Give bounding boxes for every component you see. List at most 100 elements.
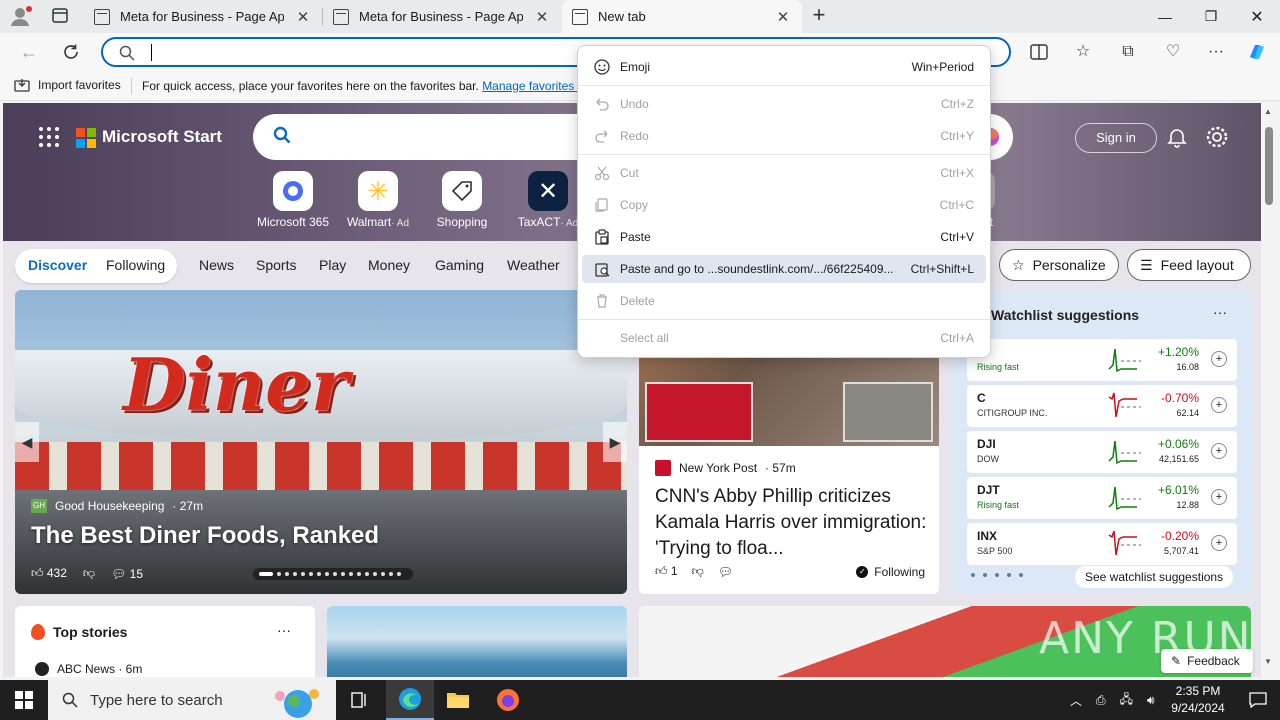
taskbar-search-box[interactable]: Type here to search [48, 680, 336, 720]
watchlist-row[interactable]: DJI DOW +0.06% 42,151.65 + [967, 431, 1237, 473]
menu-item-paste[interactable]: Paste Ctrl+V [582, 223, 986, 251]
tab-gaming[interactable]: Gaming [435, 257, 484, 273]
notifications-icon[interactable] [1236, 680, 1280, 720]
settings-gear-icon[interactable] [1205, 125, 1229, 149]
firefox-icon[interactable] [484, 680, 532, 720]
collections-icon[interactable]: ⧉ [1115, 40, 1141, 64]
profile-icon[interactable] [8, 5, 34, 27]
quick-link-microsoft-365[interactable]: Microsoft 365 [250, 171, 336, 229]
favorites-star-icon[interactable]: ☆ [1070, 40, 1096, 64]
carousel-indicator[interactable] [253, 568, 413, 580]
scroll-thumb[interactable] [1265, 127, 1273, 205]
menu-item-copy[interactable]: Copy Ctrl+C [582, 191, 986, 219]
tab-actions-icon[interactable] [48, 6, 72, 26]
story-source[interactable]: ABC News · 6m [35, 662, 142, 676]
menu-item-emoji[interactable]: Emoji Win+Period [582, 53, 986, 81]
add-to-watchlist-icon[interactable]: + [1211, 351, 1227, 367]
tab-meta-2[interactable]: Meta for Business - Page Appeal ✕ [323, 0, 561, 33]
address-input[interactable] [149, 43, 649, 61]
split-screen-icon[interactable] [1026, 40, 1052, 64]
refresh-button[interactable] [58, 40, 84, 64]
dislike-icon[interactable]: 👎︎ [83, 566, 95, 581]
scroll-down-arrow[interactable]: ▼ [1264, 657, 1272, 666]
main-story-card[interactable]: Diner ◀ ▶ GH Good Housekeeping · 27m The… [15, 290, 627, 594]
page-scrollbar[interactable]: ▲ ▼ [1261, 103, 1277, 677]
add-to-watchlist-icon[interactable]: + [1211, 443, 1227, 459]
file-explorer-icon[interactable] [434, 680, 482, 720]
story-source[interactable]: New York Post · 57m [655, 460, 796, 476]
close-icon[interactable]: ✕ [533, 8, 551, 26]
tab-following[interactable]: Following [106, 257, 165, 273]
comment-button[interactable]: 💬︎ 15 [111, 567, 143, 581]
see-watchlist-button[interactable]: See watchlist suggestions [1075, 566, 1234, 588]
scroll-up-arrow[interactable]: ▲ [1264, 107, 1272, 116]
brand-title[interactable]: Microsoft Start [102, 127, 222, 147]
tab-news[interactable]: News [199, 257, 234, 273]
close-window-button[interactable]: ✕ [1234, 0, 1280, 33]
following-toggle[interactable]: ✓ Following [856, 565, 925, 579]
notifications-bell-icon[interactable] [1165, 125, 1189, 149]
browser-essentials-icon[interactable]: ♡ [1160, 40, 1186, 64]
carousel-prev-button[interactable]: ◀ [15, 422, 39, 462]
menu-item-paste-and-go[interactable]: Paste and go to ...soundestlink.com/.../… [582, 255, 986, 283]
comment-icon[interactable]: 💬︎ [718, 565, 733, 579]
watchlist-row[interactable]: DJT Rising fast +6.01% 12.88 + [967, 477, 1237, 519]
import-favorites-button[interactable]: Import favorites [14, 78, 121, 92]
task-view-icon[interactable] [336, 680, 384, 720]
menu-item-delete[interactable]: Delete [582, 287, 986, 315]
personalize-button[interactable]: ☆ Personalize [999, 249, 1119, 281]
feedback-button[interactable]: ✎ Feedback [1161, 649, 1253, 673]
tab-meta-1[interactable]: Meta for Business - Page Appeal ✕ [84, 0, 322, 33]
top-stories-title[interactable]: Top stories [53, 624, 127, 640]
edge-taskbar-icon[interactable] [386, 680, 434, 720]
menu-item-select-all[interactable]: Select all Ctrl+A [582, 324, 986, 352]
menu-item-redo[interactable]: Redo Ctrl+Y [582, 122, 986, 150]
carousel-next-button[interactable]: ▶ [603, 422, 627, 462]
restore-button[interactable]: ❐ [1188, 0, 1234, 33]
close-icon[interactable]: ✕ [294, 8, 312, 26]
beach-story-card[interactable] [327, 606, 627, 677]
app-launcher-icon[interactable] [39, 127, 59, 147]
taskbar-clock[interactable]: 2:35 PM 9/24/2024 [1160, 683, 1236, 717]
watchlist-row[interactable]: INX S&P 500 -0.20% 5,707.41 + [967, 523, 1237, 565]
story-source[interactable]: GH Good Housekeeping · 27m [31, 499, 203, 513]
tab-new-tab[interactable]: New tab ✕ [562, 0, 802, 33]
tab-money[interactable]: Money [368, 257, 410, 273]
story-title[interactable]: The Best Diner Foods, Ranked [31, 522, 379, 550]
watchlist-title[interactable]: Watchlist suggestions [991, 307, 1139, 323]
more-options-icon[interactable]: ··· [277, 622, 291, 638]
watchlist-pager[interactable] [971, 573, 1023, 577]
tab-sports[interactable]: Sports [256, 257, 296, 273]
tab-discover[interactable]: Discover [28, 257, 87, 273]
volume-icon[interactable]: 🔊︎ [1147, 693, 1155, 708]
dislike-icon[interactable]: 👎︎ [692, 564, 704, 579]
add-to-watchlist-icon[interactable]: + [1211, 397, 1227, 413]
back-button[interactable]: ← [16, 40, 42, 64]
minimize-button[interactable]: — [1142, 0, 1188, 33]
meet-now-icon[interactable]: ⎙ [1096, 693, 1106, 708]
quick-link-walmart[interactable]: ✳ Walmart· Ad [335, 171, 421, 229]
more-options-icon[interactable]: ··· [1213, 304, 1227, 320]
story-title[interactable]: CNN's Abby Phillip criticizes Kamala Har… [655, 484, 929, 562]
tab-weather[interactable]: Weather [507, 257, 560, 273]
feed-layout-button[interactable]: ☰ Feed layout [1127, 249, 1251, 281]
start-button[interactable] [0, 680, 48, 720]
watchlist-row[interactable]: C CITIGROUP INC. -0.70% 62.14 + [967, 385, 1237, 427]
watchlist-row[interactable]: KRising fast+1.20%16.08+ [967, 339, 1237, 381]
like-button[interactable]: 👍︎ 1 [655, 564, 678, 579]
like-button[interactable]: 👍︎ 432 [31, 566, 67, 581]
more-options-icon[interactable]: ··· [1203, 40, 1229, 64]
menu-item-cut[interactable]: Cut Ctrl+X [582, 159, 986, 187]
manage-favorites-link[interactable]: Manage favorites n [482, 79, 584, 93]
quick-link-shopping[interactable]: Shopping [419, 171, 505, 229]
copilot-icon[interactable] [1244, 40, 1270, 64]
close-icon[interactable]: ✕ [774, 8, 792, 26]
add-to-watchlist-icon[interactable]: + [1211, 489, 1227, 505]
menu-item-undo[interactable]: Undo Ctrl+Z [582, 90, 986, 118]
add-to-watchlist-icon[interactable]: + [1211, 535, 1227, 551]
sign-in-button[interactable]: Sign in [1075, 123, 1157, 153]
new-tab-button[interactable]: + [808, 4, 830, 28]
tab-play[interactable]: Play [319, 257, 346, 273]
network-icon[interactable]: 🖧︎ [1120, 690, 1133, 711]
chevron-up-icon[interactable]: ︿ [1070, 692, 1082, 709]
